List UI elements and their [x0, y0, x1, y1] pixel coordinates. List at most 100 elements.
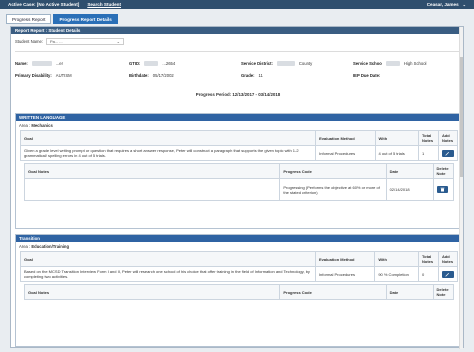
- col-goal: Goal: [20, 251, 316, 267]
- info-name: Name: ...er: [15, 61, 63, 66]
- trash-icon: [440, 187, 445, 192]
- active-case-label: Active Case: [No Active Student]: [8, 2, 80, 7]
- col-date: Date: [385, 284, 434, 300]
- iep-due-label: IEP Due Date:: [353, 73, 381, 78]
- col-goal-notes: Goal Notes: [23, 163, 281, 179]
- student-select-row: Student Name: Pa... ... ⌄: [15, 38, 124, 45]
- info-grade: Grade: 11: [241, 73, 263, 78]
- notes-table-header: Goal Notes Progress Code Date Delete Not…: [23, 163, 455, 179]
- edit-icon: [445, 151, 450, 155]
- info-birthdate: Birthdate: 05/17/2002: [129, 73, 174, 78]
- grade-value: 11: [258, 73, 263, 78]
- goal-table: Goal Evaluation Method With Total Notes …: [20, 251, 459, 282]
- redacted-block: [31, 61, 52, 66]
- school-value: High School: [403, 61, 427, 66]
- col-progress-code: Progress Code: [279, 163, 387, 179]
- student-name-select[interactable]: Pa... ... ⌄: [45, 38, 124, 45]
- disability-label: Primary Disability:: [15, 73, 52, 78]
- redacted-block: [144, 61, 159, 66]
- chevron-down-icon: ⌄: [462, 2, 466, 7]
- col-add-notes: Add Notes: [437, 130, 459, 146]
- col-eval-method: Evaluation Method: [315, 130, 376, 146]
- area-value: Education/Training: [31, 244, 70, 249]
- info-disability: Primary Disability: AUTISM: [15, 73, 72, 78]
- disability-value: AUTISM: [55, 73, 72, 78]
- chevron-down-icon: ⌄: [116, 39, 120, 44]
- col-progress-code: Progress Code: [279, 284, 387, 300]
- info-district: Service District: County: [241, 61, 312, 66]
- table-row: Based on the MCSD Transition Interview F…: [20, 266, 459, 282]
- area-value: Mechanics: [31, 123, 53, 128]
- total-notes: 1: [418, 145, 439, 161]
- vertical-scrollbar[interactable]: [459, 27, 463, 349]
- col-total-notes: Total Notes: [418, 251, 439, 267]
- section-title: WRITTEN LANGUAGE: [16, 114, 460, 121]
- grade-label: Grade:: [241, 73, 255, 78]
- col-with: With: [374, 130, 420, 146]
- goal-notes-table: Goal Notes Progress Code Date Delete Not…: [23, 163, 455, 201]
- birthdate-value: 05/17/2002: [152, 73, 174, 78]
- tab-progress-report-details[interactable]: Progress Report Details: [53, 14, 118, 24]
- col-eval-method: Evaluation Method: [314, 251, 376, 267]
- goal-text: Based on the MCSD Transition Interview F…: [20, 266, 316, 282]
- school-label: Service Schoo: [353, 61, 382, 66]
- panel-title: Report Report : Student Details: [11, 27, 463, 34]
- add-note-cell: [437, 145, 459, 161]
- district-label: Service District:: [241, 61, 273, 66]
- info-iep-due: IEP Due Date:: [353, 73, 384, 78]
- eval-method: Informal Procedures: [315, 145, 376, 161]
- scrollbar-thumb[interactable]: [460, 57, 463, 177]
- report-panel: Report Report : Student Details Student …: [10, 26, 464, 349]
- goal-text: Given a grade level writing prompt or qu…: [19, 145, 317, 161]
- col-add-notes: Add Notes: [437, 251, 459, 267]
- with-value: 4 out of 5 trials: [374, 145, 420, 161]
- col-with: With: [374, 251, 420, 267]
- name-label: Name:: [15, 61, 28, 66]
- col-date: Date: [385, 163, 434, 179]
- info-gtid: GTID: ...2654: [129, 61, 175, 66]
- user-menu[interactable]: Ceasar, James ⌄: [427, 2, 466, 7]
- add-note-button[interactable]: [441, 149, 454, 157]
- col-goal: Goal: [19, 130, 317, 146]
- student-name-label: Student Name:: [15, 39, 43, 44]
- redacted-block: [276, 61, 295, 66]
- district-value: County: [298, 61, 313, 66]
- delete-note-cell: [432, 178, 455, 201]
- student-name-value: Pa... ...: [49, 39, 63, 44]
- tab-bar: Progress Report Progress Report Details: [6, 14, 118, 24]
- delete-note-button[interactable]: [436, 186, 448, 193]
- area-line: Area : Education/Training: [16, 242, 460, 251]
- col-delete-note: Delete Note: [432, 284, 455, 300]
- tab-progress-report[interactable]: Progress Report: [6, 14, 52, 24]
- add-note-button[interactable]: [441, 270, 454, 278]
- area-label: Area :: [19, 244, 31, 249]
- top-bar: Active Case: [No Active Student] Search …: [0, 0, 474, 9]
- goal-table-header: Goal Evaluation Method With Total Notes …: [20, 251, 459, 267]
- goal-section-written-language: WRITTEN LANGUAGE Area : Mechanics Goal E…: [15, 113, 461, 229]
- note-text: [23, 178, 281, 201]
- goal-notes-table: Goal Notes Progress Code Date Delete Not…: [23, 284, 455, 300]
- note-date: 02/14/2018: [385, 178, 434, 201]
- info-school: Service Schoo High School: [353, 61, 426, 66]
- with-value: 90 % Completion: [374, 266, 420, 282]
- table-row: Given a grade level writing prompt or qu…: [19, 145, 459, 161]
- goal-section-transition: Transition Area : Education/Training Goa…: [15, 234, 461, 347]
- eval-method: Informal Procedures: [314, 266, 376, 282]
- col-delete-note: Delete Note: [432, 163, 455, 179]
- area-line: Area : Mechanics: [16, 121, 460, 130]
- col-total-notes: Total Notes: [418, 130, 439, 146]
- user-name: Ceasar, James: [426, 2, 459, 7]
- divider: [15, 51, 461, 52]
- birthdate-label: Birthdate:: [129, 73, 149, 78]
- gtid-label: GTID:: [129, 61, 141, 66]
- table-row: Progressing (Performs the objective at 6…: [23, 178, 455, 201]
- gtid-value: ...2654: [162, 61, 176, 66]
- section-title: Transition: [16, 235, 460, 242]
- goal-table-header: Goal Evaluation Method With Total Notes …: [19, 130, 459, 146]
- edit-icon: [445, 272, 450, 276]
- search-student-link[interactable]: Search Student: [87, 2, 121, 7]
- progress-period: Progress Period: 12/13/2017 - 03/14/2018: [195, 92, 281, 97]
- progress-code: Progressing (Performs the objective at 6…: [279, 178, 387, 201]
- add-note-cell: [437, 266, 459, 282]
- total-notes: 0: [418, 266, 439, 282]
